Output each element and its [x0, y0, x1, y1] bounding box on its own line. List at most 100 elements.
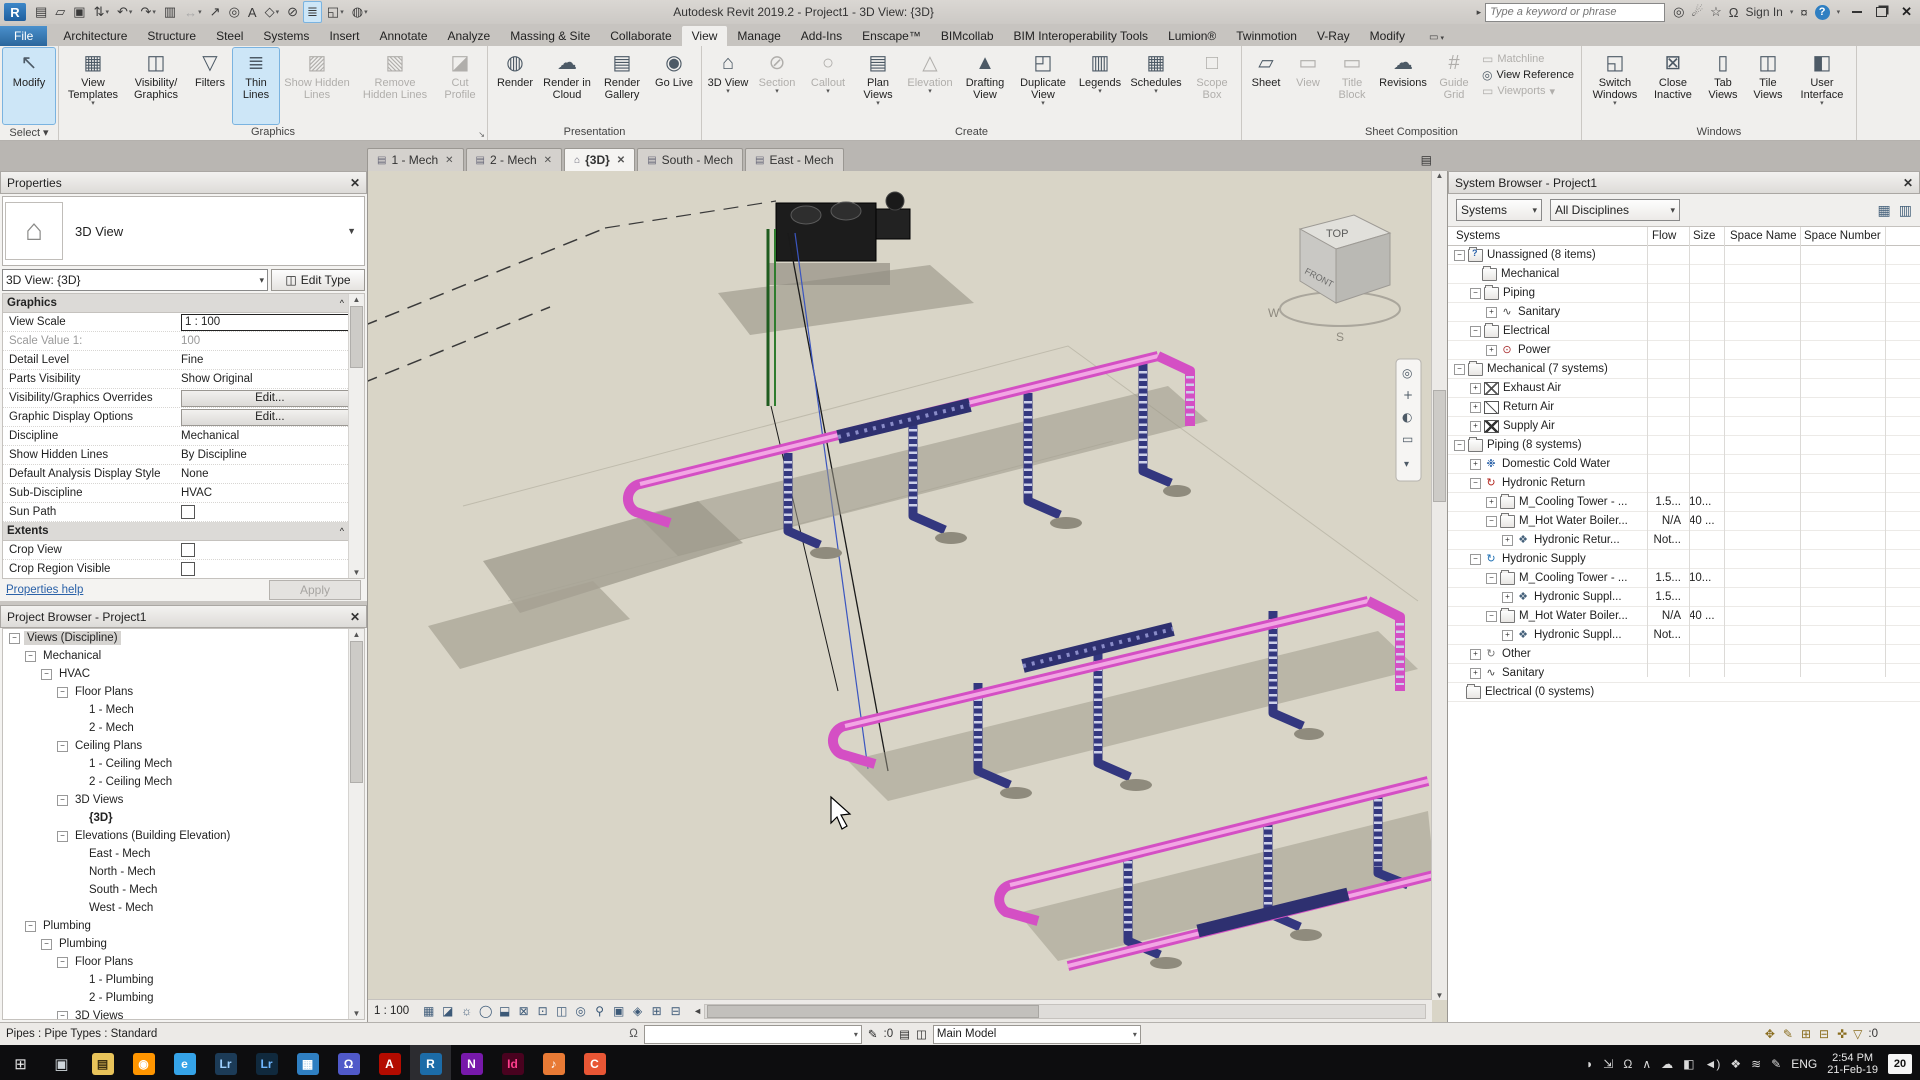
expand-icon[interactable]: +: [1502, 630, 1513, 641]
browser-node-2-plumbing[interactable]: 2 - Plumbing: [3, 989, 364, 1007]
design-option-combo[interactable]: Main Model▾: [933, 1025, 1141, 1044]
expand-icon[interactable]: −: [1454, 364, 1465, 375]
type-selector[interactable]: ⌂ 3D View ▼: [2, 196, 365, 266]
system-node-return-air[interactable]: +Return Air: [1448, 398, 1920, 417]
browser-node-east-mech[interactable]: East - Mech: [3, 845, 364, 863]
ribbon-tab-bimcollab[interactable]: BIMcollab: [931, 26, 1004, 46]
browser-node-plumbing[interactable]: −Plumbing: [3, 935, 364, 953]
close-view-icon[interactable]: ✕: [617, 155, 625, 166]
expand-icon[interactable]: +: [1486, 497, 1497, 508]
ribbon-tab-add-ins[interactable]: Add-Ins: [791, 26, 852, 46]
expand-icon[interactable]: +: [1486, 345, 1497, 356]
ribbon-tab-manage[interactable]: Manage: [727, 26, 790, 46]
mouse-icon[interactable]: ◗: [1586, 1057, 1593, 1071]
expand-icon[interactable]: −: [1454, 250, 1465, 261]
qat-icon-0[interactable]: ▤: [32, 2, 50, 22]
project-browser-scrollbar[interactable]: ▲▼: [348, 629, 364, 1019]
ribbon-button-user-interface[interactable]: ◧User Interface▾: [1791, 48, 1853, 124]
ribbon-tab-modify[interactable]: Modify: [1360, 26, 1415, 46]
collapse-icon[interactable]: −: [57, 687, 68, 698]
ribbon-button-revisions[interactable]: ☁Revisions: [1376, 48, 1430, 124]
system-node-sanitary[interactable]: +∿Sanitary: [1448, 664, 1920, 683]
view-control-icon-12[interactable]: ⊞: [648, 1004, 665, 1018]
expand-icon[interactable]: +: [1486, 307, 1497, 318]
qat-icon-3[interactable]: ⇅▾: [91, 2, 112, 22]
browser-node-2-mech[interactable]: 2 - Mech: [3, 719, 364, 737]
ribbon-button-duplicate-view[interactable]: ◰Duplicate View▾: [1013, 48, 1073, 124]
expand-icon[interactable]: +: [1470, 402, 1481, 413]
taskbar-task-view[interactable]: ▣: [41, 1045, 82, 1080]
expand-icon[interactable]: −: [1486, 573, 1497, 584]
qat-icon-10[interactable]: A: [245, 2, 260, 22]
collapse-icon[interactable]: −: [57, 795, 68, 806]
property-row-visibility-graphics-overrides[interactable]: Visibility/Graphics OverridesEdit...: [3, 389, 364, 408]
view-scale-control[interactable]: 1 : 100: [374, 1005, 409, 1017]
section-collapse-icon[interactable]: ^: [340, 526, 344, 536]
ribbon-tab-annotate[interactable]: Annotate: [369, 26, 437, 46]
taskbar-teams[interactable]: Ω: [328, 1045, 369, 1080]
expand-icon[interactable]: +: [1470, 668, 1481, 679]
app-store-cart-icon[interactable]: ¤: [1800, 5, 1807, 20]
system-browser-header[interactable]: System Browser - Project1 ✕: [1448, 171, 1920, 194]
restore-button[interactable]: [1876, 7, 1887, 17]
qat-icon-9[interactable]: ◎: [226, 2, 243, 22]
ribbon-button-visibility-graphics[interactable]: ◫Visibility/ Graphics: [125, 48, 187, 124]
type-selector-chevron-icon[interactable]: ▼: [347, 226, 356, 236]
close-view-icon[interactable]: ✕: [544, 155, 552, 166]
design-options-icon[interactable]: ▤: [899, 1027, 910, 1041]
properties-close-icon[interactable]: ✕: [350, 176, 360, 190]
system-node-hydronic-suppl-[interactable]: +❖Hydronic Suppl...1.5...: [1448, 588, 1920, 607]
taskbar-acrobat[interactable]: A: [369, 1045, 410, 1080]
browser-node-mechanical[interactable]: −Mechanical: [3, 647, 364, 665]
ribbon-tab-enscape-[interactable]: Enscape™: [852, 26, 931, 46]
ribbon-button-view-reference[interactable]: ◎View Reference: [1482, 68, 1574, 82]
ribbon-tab-insert[interactable]: Insert: [319, 26, 369, 46]
minimize-button[interactable]: [1852, 11, 1862, 13]
collapse-icon[interactable]: −: [57, 1011, 68, 1021]
taskbar-start[interactable]: ⊞: [0, 1045, 41, 1080]
view-control-icon-8[interactable]: ◎: [572, 1004, 589, 1018]
collapse-icon[interactable]: −: [25, 921, 36, 932]
ribbon-tab-twinmotion[interactable]: Twinmotion: [1226, 26, 1307, 46]
qat-icon-1[interactable]: ▱: [52, 2, 68, 22]
revit-logo-icon[interactable]: R: [4, 3, 26, 21]
status-right-icon-2[interactable]: ⊞: [1801, 1027, 1811, 1041]
collapse-icon[interactable]: −: [25, 651, 36, 662]
ribbon-tab-lumion-[interactable]: Lumion®: [1158, 26, 1226, 46]
column-header-flow[interactable]: Flow: [1652, 230, 1676, 242]
browser-node-north-mech[interactable]: North - Mech: [3, 863, 364, 881]
expand-icon[interactable]: +: [1502, 535, 1513, 546]
model-view-3d[interactable]: TOP FRONT W S ◎ + ◐ ▭ ▾: [368, 171, 1434, 1000]
onedrive-icon[interactable]: ☁: [1661, 1057, 1673, 1071]
view-control-icon-2[interactable]: ☼: [458, 1004, 475, 1018]
property-row-discipline[interactable]: DisciplineMechanical: [3, 427, 364, 446]
ribbon-tab-steel[interactable]: Steel: [206, 26, 253, 46]
edit-button[interactable]: Edit...: [181, 409, 359, 426]
scroll-left-icon[interactable]: ◄: [693, 1006, 702, 1016]
expand-icon[interactable]: +: [1470, 383, 1481, 394]
ribbon-button-close-inactive[interactable]: ⊠Close Inactive: [1646, 48, 1700, 124]
canvas-vertical-scrollbar[interactable]: ▲▼: [1431, 171, 1447, 1000]
qat-icon-15[interactable]: ◍▾: [349, 2, 371, 22]
qat-icon-8[interactable]: ↗: [207, 2, 224, 22]
view-control-icon-5[interactable]: ⊠: [515, 1004, 532, 1018]
browser-node-3d-views[interactable]: −3D Views: [3, 791, 364, 809]
expand-icon[interactable]: +: [1470, 649, 1481, 660]
expand-icon[interactable]: −: [1470, 288, 1481, 299]
expand-icon[interactable]: −: [1454, 440, 1465, 451]
taskbar-file-explorer[interactable]: ▤: [82, 1045, 123, 1080]
browser-node-1-ceiling-mech[interactable]: 1 - Ceiling Mech: [3, 755, 364, 773]
column-settings-icon[interactable]: ▥: [1899, 202, 1912, 219]
system-node-m-hot-water-boiler-[interactable]: −M_Hot Water Boiler...N/A40 ...: [1448, 607, 1920, 626]
project-browser-header[interactable]: Project Browser - Project1 ✕: [0, 605, 367, 628]
sign-in-button[interactable]: Sign In: [1745, 5, 1782, 19]
system-node-piping[interactable]: −Piping: [1448, 284, 1920, 303]
system-node-hydronic-retur-[interactable]: +❖Hydronic Retur...Not...: [1448, 531, 1920, 550]
ribbon-button-sheet[interactable]: ▱Sheet: [1245, 48, 1287, 124]
column-header-size[interactable]: Size: [1693, 230, 1715, 242]
taskbar-lightroom[interactable]: Lr: [205, 1045, 246, 1080]
view-control-icon-0[interactable]: ▦: [420, 1004, 437, 1018]
ribbon-collapse-toggle[interactable]: ▭▾: [1429, 32, 1444, 43]
ribbon-tab-systems[interactable]: Systems: [253, 26, 319, 46]
property-row-sub-discipline[interactable]: Sub-DisciplineHVAC: [3, 484, 364, 503]
